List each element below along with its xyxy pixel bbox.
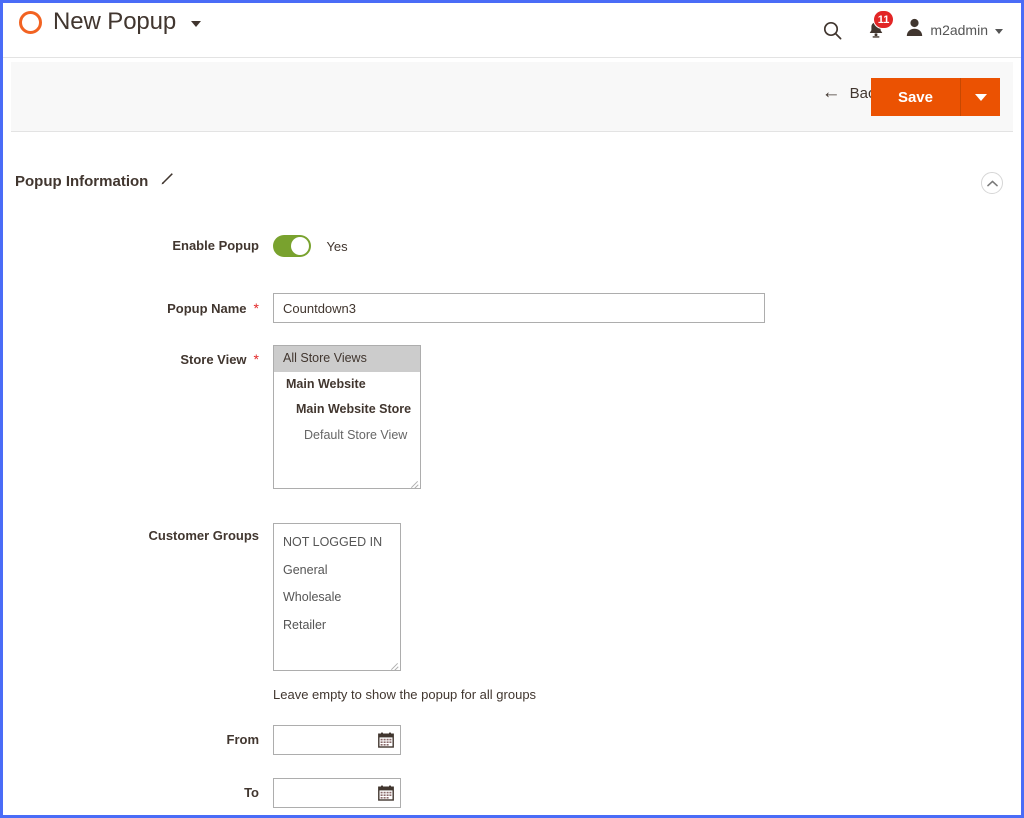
customer-groups-note: Leave empty to show the popup for all gr… bbox=[273, 687, 537, 702]
to-date-control bbox=[273, 778, 401, 808]
page-frame: New Popup 11 m2admin ← Back Save Popup I… bbox=[0, 0, 1024, 818]
chevron-up-icon bbox=[986, 180, 998, 186]
to-date-label: To bbox=[244, 785, 259, 801]
section-title-group: Popup Information bbox=[15, 171, 175, 191]
enable-popup-row: Enable Popup Yes bbox=[3, 235, 1021, 257]
calendar-icon[interactable] bbox=[376, 783, 396, 803]
save-split-button: Save bbox=[870, 78, 1000, 116]
store-view-row: Store View * All Store Views Main Website… bbox=[3, 345, 1021, 489]
store-view-option-all[interactable]: All Store Views bbox=[274, 346, 420, 372]
enable-popup-value: Yes bbox=[326, 238, 348, 254]
search-icon[interactable] bbox=[810, 13, 854, 47]
customer-group-option-general[interactable]: General bbox=[274, 557, 400, 585]
from-date-field-wrap bbox=[273, 725, 401, 755]
customer-groups-label: Customer Groups bbox=[148, 528, 259, 543]
resize-grip-icon[interactable] bbox=[389, 659, 399, 669]
page-title: New Popup bbox=[53, 8, 177, 35]
save-button[interactable]: Save bbox=[870, 78, 961, 116]
store-view-label: Store View * bbox=[3, 345, 259, 368]
save-dropdown-toggle[interactable] bbox=[961, 78, 1000, 116]
page-actions-toolbar: ← Back Save bbox=[11, 62, 1013, 132]
caret-down-icon bbox=[974, 93, 987, 101]
required-asterisk: * bbox=[253, 299, 259, 316]
customer-groups-multiselect[interactable]: NOT LOGGED IN General Wholesale Retailer bbox=[273, 523, 401, 671]
user-avatar-icon bbox=[906, 18, 923, 42]
magento-logo-icon[interactable] bbox=[19, 10, 42, 34]
to-date-field-wrap bbox=[273, 778, 401, 808]
header-actions: 11 m2admin bbox=[810, 10, 1007, 47]
from-date-label: From bbox=[226, 732, 260, 748]
store-view-label-text: Store View bbox=[180, 352, 247, 367]
enable-popup-label: Enable Popup bbox=[172, 238, 259, 254]
notification-badge: 11 bbox=[872, 10, 895, 29]
to-date-row: To bbox=[3, 778, 1021, 808]
store-view-option-website[interactable]: Main Website bbox=[274, 372, 420, 398]
notifications-bell-icon[interactable]: 11 bbox=[854, 10, 898, 47]
calendar-icon[interactable] bbox=[376, 730, 396, 750]
from-date-row: From bbox=[3, 725, 1021, 755]
store-view-multiselect[interactable]: All Store Views Main Website Main Websit… bbox=[273, 345, 421, 489]
customer-groups-control: NOT LOGGED IN General Wholesale Retailer bbox=[273, 523, 401, 671]
customer-group-option-retailer[interactable]: Retailer bbox=[274, 612, 400, 640]
section-header: Popup Information bbox=[12, 158, 1012, 208]
user-name-label: m2admin bbox=[930, 22, 988, 38]
store-view-option-storeview[interactable]: Default Store View bbox=[274, 423, 420, 449]
store-view-option-store[interactable]: Main Website Store bbox=[274, 397, 420, 423]
collapse-section-toggle[interactable] bbox=[981, 172, 1003, 194]
arrow-left-icon: ← bbox=[821, 82, 841, 103]
popup-name-control bbox=[273, 293, 765, 323]
popup-name-row: Popup Name * bbox=[3, 293, 1021, 323]
resize-grip-icon[interactable] bbox=[409, 477, 419, 487]
from-date-control bbox=[273, 725, 401, 755]
required-asterisk: * bbox=[253, 351, 259, 367]
user-menu[interactable]: m2admin bbox=[898, 18, 1007, 42]
popup-name-input[interactable] bbox=[273, 293, 765, 323]
enable-popup-control: Yes bbox=[273, 235, 348, 257]
popup-name-label-text: Popup Name bbox=[167, 300, 247, 316]
customer-groups-row: Customer Groups NOT LOGGED IN General Wh… bbox=[3, 523, 1021, 671]
customer-group-option-not-logged-in[interactable]: NOT LOGGED IN bbox=[274, 529, 400, 557]
admin-header: New Popup 11 m2admin bbox=[3, 3, 1021, 58]
caret-down-icon[interactable] bbox=[191, 21, 202, 27]
logo-title-group: New Popup bbox=[19, 8, 202, 35]
pencil-icon[interactable] bbox=[160, 171, 175, 191]
store-view-control: All Store Views Main Website Main Websit… bbox=[273, 345, 421, 489]
customer-group-option-wholesale[interactable]: Wholesale bbox=[274, 584, 400, 612]
section-title: Popup Information bbox=[15, 172, 149, 190]
popup-name-label: Popup Name * bbox=[3, 300, 259, 317]
caret-down-icon bbox=[995, 29, 1003, 34]
enable-popup-toggle[interactable] bbox=[273, 235, 311, 257]
